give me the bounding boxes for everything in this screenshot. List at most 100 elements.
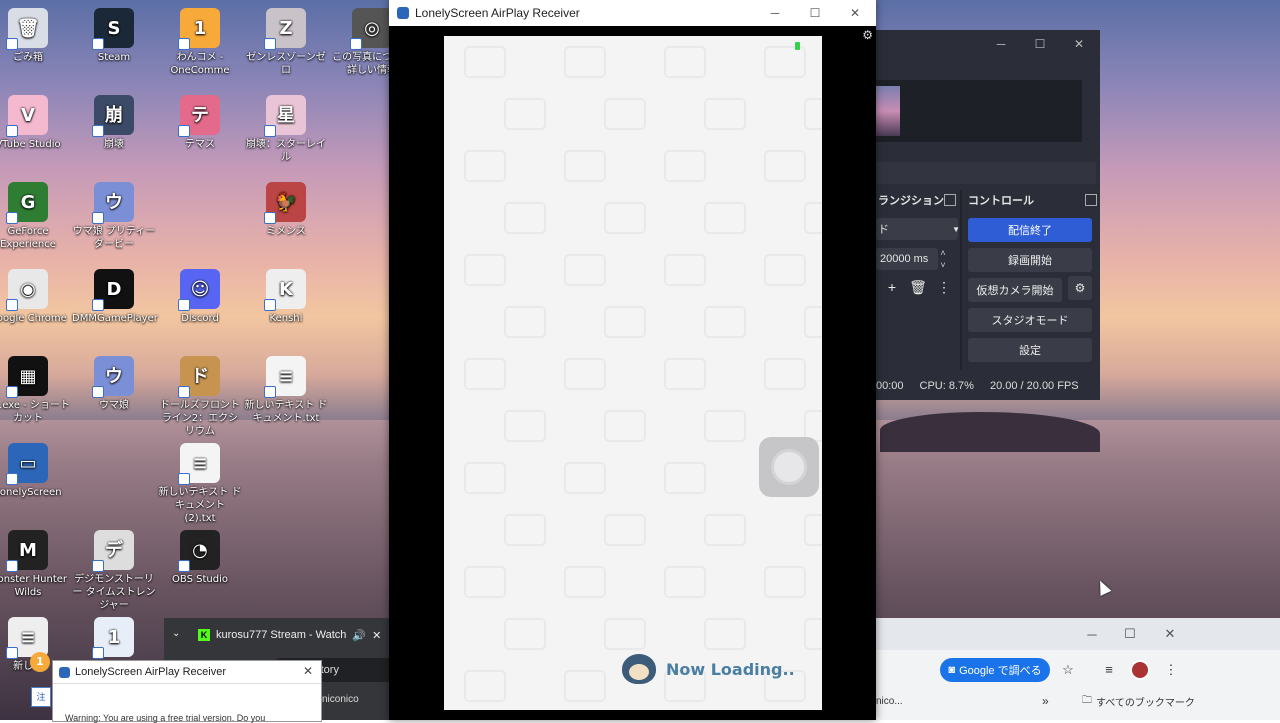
media-queue-icon[interactable]: ≡ [1098,658,1120,682]
app-icon: 星 [264,95,306,137]
desktop-icon[interactable]: ウウマ娘 [72,356,156,412]
gear-icon[interactable]: ⚙ [1068,276,1092,300]
bookmark-niconico-partial[interactable]: nico... [876,690,903,712]
background-pattern-tile [564,358,606,390]
desktop-icon[interactable]: 🐓 ミメンス [244,182,328,238]
desktop-icon[interactable]: ▭ LonelyScreen [0,443,70,499]
background-pattern-tile [564,462,606,494]
trash-icon[interactable]: 🗑 [908,278,928,296]
onecomme-tray-icon[interactable]: 1 [30,652,50,672]
app-icon: デ [92,530,134,572]
star-icon[interactable]: ☆ [1057,658,1079,682]
app-icon: 1 [178,8,220,50]
desktop-icon[interactable]: D DMMGamePlayer [72,269,158,325]
obs-window: ─ ☐ ✕ ランジション コントロール ド ▼ 20000 ms ˄ ˅ + 🗑 ⋮… [876,30,1100,400]
obs-toolbar-strip [876,162,1096,184]
desktop-icon[interactable]: ≡ 新しいテキスト ドキュメント.txt [244,356,328,425]
more-options-icon[interactable]: ⋮ [934,278,954,296]
tab-kick-stream[interactable]: K kurosu777 Stream - Watch 🔊 ✕ [198,624,384,646]
studio-mode-button[interactable]: スタジオモード [968,308,1092,332]
trial-warning-dialog: 注 LonelyScreen AirPlay Receiver ✕ Warnin… [31,660,322,723]
background-pattern-tile [664,254,706,286]
dialog-close-button[interactable]: ✕ [303,664,313,678]
tab-search-icon[interactable]: ⌄ [172,628,180,639]
duration-stepper[interactable]: ˄ ˅ [936,247,950,271]
desktop-icon[interactable]: V VTube Studio [0,95,70,151]
lonelyscreen-logo-icon [59,666,70,678]
shortcut-arrow-icon [264,38,276,50]
desktop-icon[interactable]: G GeForce Experience [0,182,70,251]
obs-close-button[interactable]: ✕ [1060,30,1098,58]
app-icon: ▦ [6,356,48,398]
assistive-touch-button[interactable] [759,437,819,497]
all-bookmarks-button[interactable]: 🗀 すべてのブックマーク [1082,690,1195,712]
obs-maximize-button[interactable]: ☐ [1021,30,1059,58]
obs-scene-preview[interactable] [876,80,1082,142]
bookmark-niconico[interactable]: niconico [322,694,359,705]
desktop-icon[interactable]: ◉ Google Chrome [0,269,70,325]
shortcut-arrow-icon [264,299,276,311]
desktop-icon[interactable]: テテマス [158,95,242,151]
desktop-icon[interactable]: デデジモンストーリー タイムストレンジャー [72,530,156,612]
settings-button[interactable]: 設定 [968,338,1092,362]
shortcut-arrow-icon [178,125,190,137]
background-pattern-tile [564,150,606,182]
desktop-icon[interactable]: ≡ 新しいテキスト ドキュメント (2).txt [158,443,242,525]
stop-streaming-button[interactable]: 配信終了 [968,218,1092,242]
controls-popout-icon[interactable] [1085,194,1097,206]
shortcut-arrow-icon [6,647,18,659]
background-pattern-tile [764,566,806,598]
chrome-maximize-button[interactable]: ☐ [1110,618,1150,650]
recording-indicator [795,42,800,50]
desktop-icon[interactable]: 星崩壊：スターレイル [244,95,328,164]
desktop-icon[interactable]: ☺ Discord [158,269,242,325]
desktop-icon-label: デジモンストーリー タイムストレンジャー [72,574,156,611]
google-search-button[interactable]: ◙ Google で調べる [940,658,1050,682]
desktop-icon[interactable]: K Kenshi [244,269,328,325]
close-button[interactable]: ✕ [835,0,875,26]
chevron-down-icon[interactable]: ˅ [936,259,950,271]
desktop-icon[interactable]: 1わんコメ - OneComme [158,8,242,77]
desktop-icon[interactable]: ドドールズフロントライン2：エクシリウム [158,356,242,438]
chrome-minimize-button[interactable]: ─ [1072,618,1112,650]
shortcut-arrow-icon [178,299,190,311]
start-recording-button[interactable]: 録画開始 [968,248,1092,272]
add-transition-button[interactable]: + [882,278,902,296]
assistive-touch-icon [774,452,804,482]
desktop-icon-label: uti.exe - ショートカット [0,400,70,424]
desktop-icon[interactable]: ◔ OBS Studio [158,530,242,586]
wallpaper-hill [880,412,1100,452]
profile-avatar[interactable] [1130,660,1150,680]
desktop-icon[interactable]: ウウマ娘 プリティーダービー [72,182,156,251]
desktop-icon[interactable]: 🗑 ごみ箱 [0,8,70,64]
dialog-side-button[interactable]: 注 [31,687,51,707]
close-icon[interactable]: ✕ [372,629,381,642]
transition-duration-field[interactable]: 20000 ms [876,248,938,270]
more-options-icon[interactable]: ⋮ [1160,658,1182,682]
start-virtual-camera-button[interactable]: 仮想カメラ開始 [968,278,1062,302]
gear-icon[interactable]: ⚙ [862,28,873,42]
app-icon: ド [178,356,220,398]
lonelyscreen-logo-icon [397,7,409,19]
fps-readout: 20.00 / 20.00 FPS [989,380,1079,392]
transition-select[interactable]: ド ▼ [876,218,960,240]
maximize-button[interactable]: ☐ [795,0,835,26]
obs-minimize-button[interactable]: ─ [982,30,1020,58]
desktop-icon[interactable]: MMonster Hunter Wilds [0,530,70,599]
background-pattern-tile [464,254,506,286]
obs-scene-thumbnail[interactable] [876,86,900,136]
chrome-close-button[interactable]: ✕ [1150,618,1190,650]
minimize-button[interactable]: ─ [755,0,795,26]
background-pattern-tile [664,358,706,390]
mirrored-phone-screen[interactable]: Now Loading.. [444,36,822,710]
speaker-icon[interactable]: 🔊 [352,629,366,642]
desktop-icon[interactable]: S Steam [72,8,156,64]
desktop-icon[interactable]: 崩崩壊 [72,95,156,151]
desktop-icon[interactable]: Z ゼンレスゾーンゼロ [244,8,328,77]
chevron-up-icon[interactable]: ˄ [936,247,950,259]
transitions-popout-icon[interactable] [944,194,956,206]
bookmarks-overflow-icon[interactable]: » [1042,690,1049,712]
background-pattern-tile [464,46,506,78]
background-pattern-tile [704,618,746,650]
desktop-icon[interactable]: ▦uti.exe - ショートカット [0,356,70,425]
